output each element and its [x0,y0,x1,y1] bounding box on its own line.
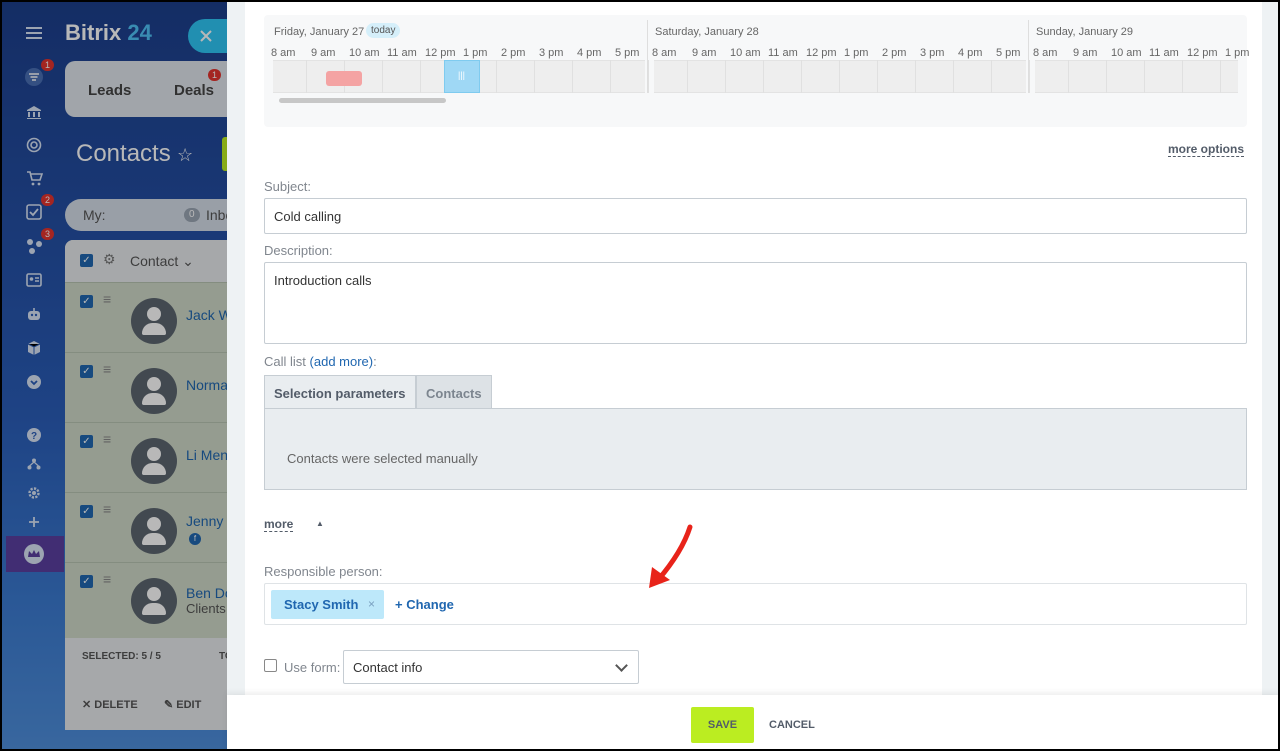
more-label: more [264,517,294,531]
hour-gridline [572,60,573,93]
schedule-planner[interactable]: Friday, January 27 today 8 am 9 am 10 am 11 a… [264,15,1250,127]
hour-label: 4 pm [958,47,983,59]
hour-label: 8 am [652,47,677,59]
hour-label: 12 pm [425,47,456,59]
tab-selection-parameters[interactable]: Selection parameters [264,375,416,409]
hour-label: 1 pm [1225,47,1250,59]
hour-gridline [1106,60,1107,93]
selection-panel: Contacts were selected manually [264,408,1247,490]
description-label: Description: [264,243,333,258]
tab-contacts[interactable]: Contacts [416,375,492,409]
form-select-value: Contact info [353,660,423,675]
hour-gridline [1068,60,1069,93]
hour-label: 3 pm [539,47,564,59]
cancel-button[interactable]: CANCEL [769,707,815,743]
hour-gridline [420,60,421,93]
hour-gridline [610,60,611,93]
schedule-scrollbar[interactable] [279,98,446,103]
description-textarea[interactable]: Introduction calls [264,262,1247,344]
hour-gridline [496,60,497,93]
hour-gridline [763,60,764,93]
hour-gridline [915,60,916,93]
hour-label: 12 pm [806,47,837,59]
form-select[interactable]: Contact info [343,650,639,684]
hour-label: 9 am [1073,47,1098,59]
hour-gridline [839,60,840,93]
hour-gridline [1029,60,1030,93]
use-form-checkbox[interactable] [264,659,277,672]
hour-label: 1 pm [463,47,488,59]
hour-label: 11 am [1149,47,1179,59]
hour-label: 4 pm [577,47,602,59]
hour-gridline [1220,60,1221,93]
hour-label: 12 pm [1187,47,1218,59]
hour-label: 9 am [311,47,336,59]
responsible-label: Responsible person: [264,564,383,579]
selection-text: Contacts were selected manually [287,451,478,466]
call-list-label: Call list (add more): [264,354,377,369]
day-label: Sunday, January 29 [1036,26,1134,38]
hour-label: 2 pm [501,47,526,59]
hour-label: 5 pm [996,47,1021,59]
hour-gridline [877,60,878,93]
activity-slider: Friday, January 27 today 8 am 9 am 10 am 11 a… [227,2,1278,749]
chevron-down-icon [615,659,628,672]
hour-label: 10 am [349,47,380,59]
change-responsible-link[interactable]: + Change [395,597,454,612]
responsible-chip[interactable]: Stacy Smith × [271,590,384,619]
hour-gridline [991,60,992,93]
hour-gridline [801,60,802,93]
activity-form: Friday, January 27 today 8 am 9 am 10 am 11 a… [245,2,1262,749]
overlay [2,2,227,749]
hour-label: 2 pm [882,47,907,59]
slot-handle: ||| [458,70,466,80]
hour-gridline [725,60,726,93]
hour-gridline [534,60,535,93]
hour-label: 11 am [387,47,417,59]
screen: 1 2 3 ? Bitrix 24 Leads Deals 1 Contacts… [0,0,1280,751]
hour-gridline [953,60,954,93]
hour-label: 8 am [1033,47,1058,59]
day-label: Friday, January 27 [274,26,365,38]
day-separator [647,20,648,93]
save-button[interactable]: SAVE [691,707,754,743]
call-list-text: Call list [264,354,306,369]
annotation-arrow-icon [649,524,693,588]
form-footer: SAVE CANCEL [227,695,1278,749]
hour-label: 1 pm [844,47,869,59]
subject-input[interactable]: Cold calling [264,198,1247,234]
more-options-link[interactable]: more options [1167,142,1244,157]
hour-gridline [306,60,307,93]
hour-label: 10 am [1111,47,1142,59]
day-separator [1028,20,1029,93]
busy-slot[interactable] [326,71,362,86]
responsible-field[interactable]: Stacy Smith × + Change [264,583,1247,625]
add-more-link[interactable]: (add more) [310,354,374,369]
hour-label: 8 am [271,47,296,59]
subject-label: Subject: [264,179,311,194]
hour-gridline [687,60,688,93]
day-timeline[interactable] [654,60,1026,93]
hour-gridline [1144,60,1145,93]
more-toggle[interactable]: more ▲ [264,517,324,532]
use-form-label: Use form: [284,660,341,675]
hour-label: 9 am [692,47,717,59]
hour-gridline [1182,60,1183,93]
responsible-name: Stacy Smith [284,597,359,612]
hour-label: 5 pm [615,47,640,59]
hour-label: 3 pm [920,47,945,59]
day-timeline[interactable] [1035,60,1238,93]
hour-label: 10 am [730,47,761,59]
day-label: Saturday, January 28 [655,26,759,38]
current-slot[interactable]: ||| [444,60,480,93]
remove-icon[interactable]: × [368,597,375,611]
today-badge: today [366,23,401,38]
hour-gridline [382,60,383,93]
caret-up-icon: ▲ [316,519,324,528]
call-list-colon: : [373,354,377,369]
hour-label: 11 am [768,47,798,59]
hour-gridline [648,60,649,93]
